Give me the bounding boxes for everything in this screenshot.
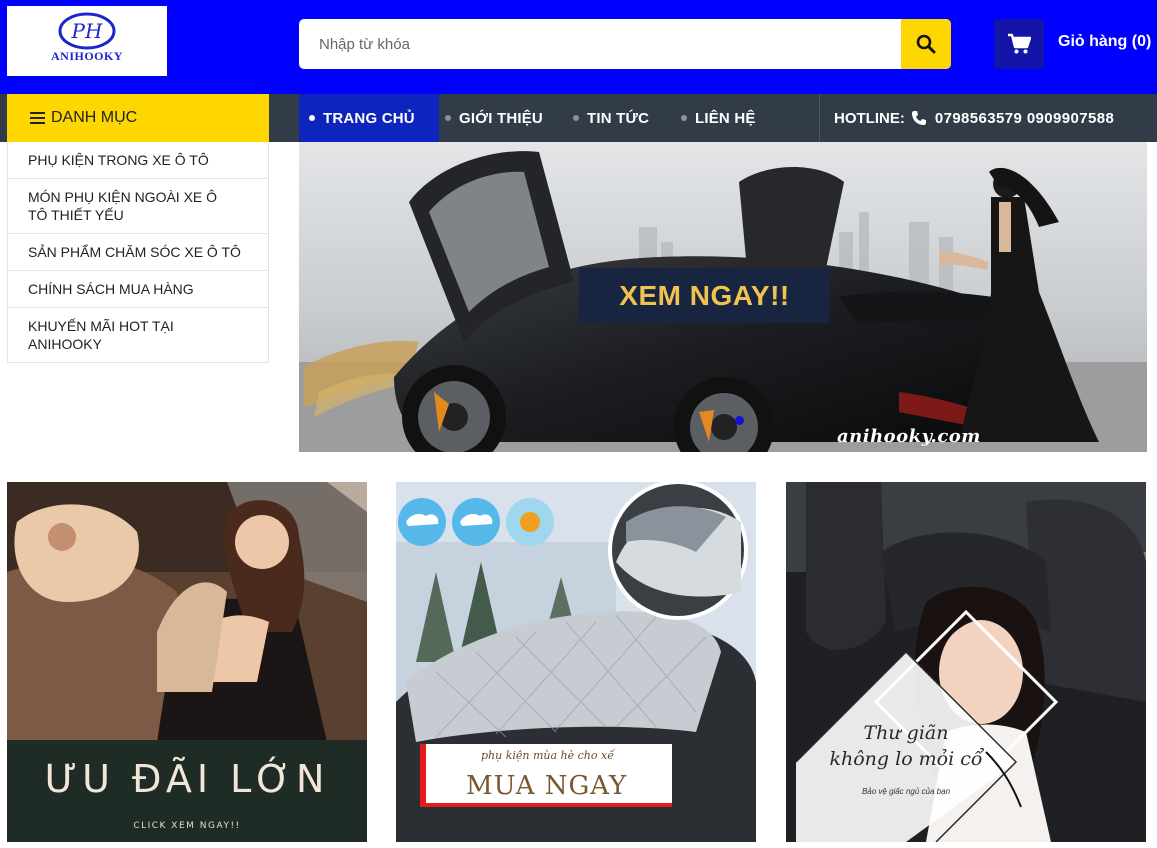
category-item[interactable]: KHUYẾN MÃI HOT TẠI ANIHOOKY	[8, 308, 268, 362]
banner-cta-button[interactable]: XEM NGAY!!	[579, 268, 830, 323]
hero-banner[interactable]: XEM NGAY!! anihooky.com	[299, 142, 1147, 452]
category-menu-toggle[interactable]: DANH MỤC	[7, 94, 269, 142]
nav-item-label: TRANG CHỦ	[323, 109, 415, 127]
menu-icon	[30, 109, 45, 127]
promo-card-neck-rest[interactable]: Thư giãn không lo mỏi cổ Bảo vệ giấc ngủ…	[786, 482, 1146, 842]
slider-dot[interactable]	[735, 416, 744, 425]
nav-item-label: GIỚI THIỆU	[459, 109, 543, 127]
promo-line-1: Thư giãn	[863, 722, 949, 744]
bullet-icon	[309, 115, 315, 121]
category-menu-label: DANH MỤC	[51, 109, 138, 126]
cart-label[interactable]: Giỏ hàng (0)	[1058, 33, 1151, 51]
promo-title: MUA NGAY	[466, 771, 628, 801]
nav-divider	[819, 94, 820, 142]
promo-card-big-deal[interactable]: ƯU ĐÃI LỚN CLICK XEM NGAY!!	[7, 482, 367, 842]
nav-item-home[interactable]: TRANG CHỦ	[299, 94, 439, 142]
category-item[interactable]: MÓN PHỤ KIỆN NGOÀI XE Ô TÔ THIẾT YẾU	[8, 179, 268, 234]
promo-card-sun-shade[interactable]: phụ kiện mùa hè cho xế MUA NGAY	[396, 482, 756, 842]
nav-item-label: TIN TỨC	[587, 109, 650, 127]
search-button[interactable]	[901, 19, 951, 69]
phone-icon	[911, 110, 927, 126]
promo-line-2: không lo mỏi cổ	[829, 748, 983, 770]
promo-subtitle: CLICK XEM NGAY!!	[133, 821, 241, 831]
cart-icon	[1008, 33, 1031, 54]
main-nav: DANH MỤC TRANG CHỦ GIỚI THIỆU TIN TỨC LI…	[0, 94, 1157, 142]
header-bar: PH ANIHOOKY Giỏ hàng (0)	[0, 0, 1157, 94]
search-icon	[916, 34, 936, 54]
nav-item-contact[interactable]: LIÊN HỆ	[681, 94, 756, 142]
hotline-label: HOTLINE:	[834, 109, 905, 127]
hotline-numbers[interactable]: 0798563579 0909907588	[935, 110, 1114, 127]
hotline: HOTLINE: 0798563579 0909907588	[834, 94, 1114, 142]
category-list: PHỤ KIỆN TRONG XE Ô TÔ MÓN PHỤ KIỆN NGOÀ…	[7, 142, 269, 363]
category-item[interactable]: SẢN PHẨM CHĂM SÓC XE Ô TÔ	[8, 234, 268, 271]
bullet-icon	[445, 115, 451, 121]
bullet-icon	[681, 115, 687, 121]
nav-item-news[interactable]: TIN TỨC	[573, 94, 649, 142]
promo-line-3: Bảo vệ giấc ngủ của bạn	[861, 787, 951, 796]
nav-item-label: LIÊN HỆ	[695, 109, 756, 127]
logo-emblem-icon: PH	[58, 12, 116, 50]
svg-text:PH: PH	[71, 19, 103, 43]
search-input[interactable]	[299, 19, 901, 69]
promo-title: ƯU ĐÃI LỚN	[44, 757, 330, 801]
banner-watermark: anihooky.com	[837, 426, 981, 447]
category-item[interactable]: PHỤ KIỆN TRONG XE Ô TÔ	[8, 142, 268, 179]
promo-subtitle: phụ kiện mùa hè cho xế	[481, 749, 614, 762]
search-form	[299, 19, 951, 69]
logo[interactable]: PH ANIHOOKY	[7, 6, 167, 76]
bullet-icon	[573, 115, 579, 121]
cart-button[interactable]	[994, 19, 1044, 69]
nav-item-about[interactable]: GIỚI THIỆU	[445, 94, 543, 142]
category-item[interactable]: CHÍNH SÁCH MUA HÀNG	[8, 271, 268, 308]
logo-text: ANIHOOKY	[50, 49, 123, 63]
